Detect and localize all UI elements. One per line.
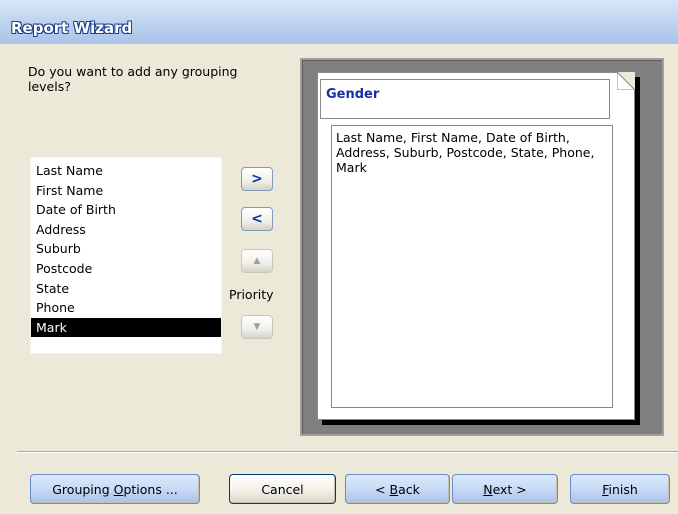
next-label: Next > <box>483 481 527 497</box>
cancel-label: Cancel <box>261 481 304 497</box>
button-separator <box>17 451 678 453</box>
add-grouping-button[interactable]: > <box>241 167 273 191</box>
field-postcode[interactable]: Postcode <box>31 259 221 279</box>
priority-down-button[interactable]: ▼ <box>241 315 273 339</box>
finish-label: Finish <box>602 481 638 497</box>
grouping-question: Do you want to add any grouping levels? <box>28 64 238 94</box>
detail-fields-text: Last Name, First Name, Date of Birth, Ad… <box>336 130 595 175</box>
field-suburb[interactable]: Suburb <box>31 239 221 259</box>
finish-button[interactable]: Finish <box>570 474 670 504</box>
field-phone[interactable]: Phone <box>31 298 221 318</box>
field-state[interactable]: State <box>31 279 221 299</box>
grouping-options-label: Grouping Options ... <box>52 481 178 497</box>
detail-fields-box: Last Name, First Name, Date of Birth, Ad… <box>331 125 613 408</box>
back-label: < Back <box>375 481 420 497</box>
wizard-title: Report Wizard <box>11 19 133 37</box>
group-level-label: Gender <box>326 87 380 102</box>
next-button[interactable]: Next > <box>452 474 558 504</box>
arrow-down-icon: ▼ <box>253 322 261 332</box>
arrow-up-icon: ▲ <box>253 256 261 266</box>
priority-up-button[interactable]: ▲ <box>241 249 273 273</box>
field-date-of-birth[interactable]: Date of Birth <box>31 200 221 220</box>
page-fold-icon <box>617 72 635 90</box>
wizard-header: Report Wizard <box>0 0 678 44</box>
priority-label: Priority <box>229 287 274 302</box>
grouping-options-button[interactable]: Grouping Options ... <box>30 474 200 504</box>
back-button[interactable]: < Back <box>345 474 450 504</box>
field-mark[interactable]: Mark <box>31 317 221 338</box>
cancel-button[interactable]: Cancel <box>229 474 336 504</box>
field-last-name[interactable]: Last Name <box>31 161 221 181</box>
group-level-box: Gender <box>320 79 610 119</box>
field-address[interactable]: Address <box>31 220 221 240</box>
remove-grouping-button[interactable]: < <box>241 207 273 231</box>
available-fields-list[interactable]: Last Name First Name Date of Birth Addre… <box>30 157 222 354</box>
field-first-name[interactable]: First Name <box>31 181 221 201</box>
